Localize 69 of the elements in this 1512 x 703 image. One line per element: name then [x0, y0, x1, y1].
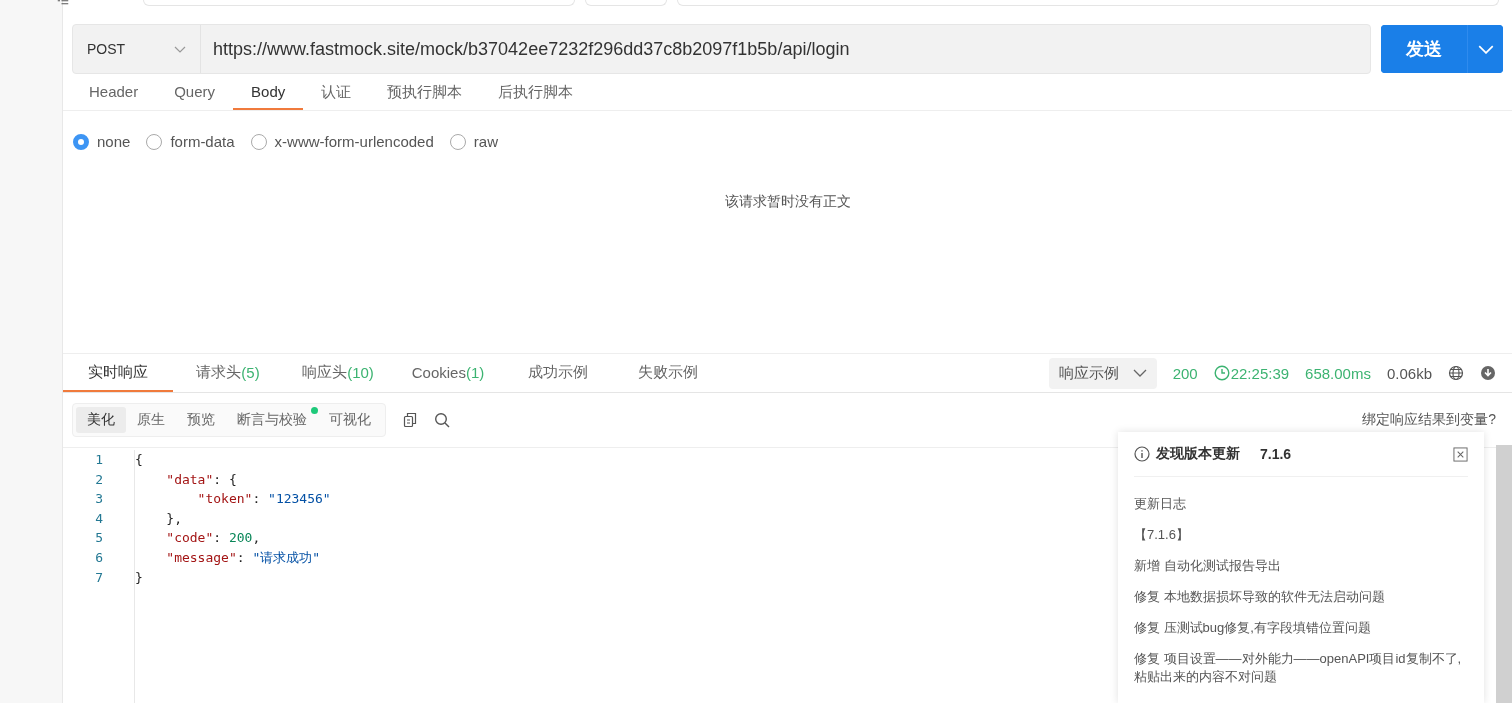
request-tab[interactable]: 后执行脚本 — [480, 76, 592, 110]
popup-title: 发现版本更新 — [1156, 445, 1240, 463]
request-tab[interactable]: Header — [71, 76, 157, 110]
changelog-line: 修复 本地数据损坏导致的软件无法启动问题 — [1134, 588, 1386, 606]
request-tab[interactable]: Query — [156, 76, 234, 110]
code-line: "token": "123456" — [196, 490, 331, 509]
method-select[interactable]: POST — [73, 25, 201, 73]
line-number: 1 — [94, 451, 103, 469]
changelog-line: 新增 自动化测试报告导出 — [1134, 557, 1282, 575]
url-field[interactable]: https://www.fastmock.site/mock/b37042ee7232f296dd37c8b2097f1b5b/api/login — [201, 25, 850, 73]
copy-icon[interactable] — [402, 412, 418, 428]
download-icon[interactable] — [1480, 365, 1496, 381]
chevron-down-icon — [1477, 44, 1494, 54]
search-icon[interactable] — [434, 412, 450, 428]
send-options-button[interactable] — [1467, 25, 1503, 73]
code-line: } — [135, 568, 143, 587]
line-number: 7 — [94, 568, 103, 587]
body-type-option[interactable]: form-data — [146, 133, 235, 150]
response-tab[interactable]: 实时响应 — [63, 354, 173, 392]
version-number: 7.1.6 — [1260, 446, 1292, 462]
chevron-down-icon — [1132, 369, 1147, 377]
chevron-down-icon — [174, 45, 186, 53]
body-type-option[interactable]: none — [73, 133, 131, 150]
globe-icon[interactable] — [1448, 365, 1464, 381]
view-mode-tab[interactable]: 美化 — [76, 407, 126, 433]
response-tab[interactable]: 响应头(10) — [283, 354, 393, 392]
view-mode-tab[interactable]: 原生 — [126, 407, 176, 433]
response-time: 22:25:39 — [1230, 364, 1290, 382]
line-number: 6 — [94, 548, 103, 567]
example-dropdown[interactable]: 响应示例 — [1048, 357, 1157, 389]
close-icon[interactable] — [1453, 446, 1468, 462]
menu-icon[interactable] — [56, 0, 70, 6]
empty-body-message: 该请求暂时没有正文 — [724, 193, 851, 211]
code-line: "message": "请求成功" — [165, 548, 321, 567]
line-number: 5 — [94, 529, 103, 548]
response-tab[interactable]: 请求头(5) — [173, 354, 283, 392]
radio-button[interactable] — [250, 133, 267, 150]
request-tab[interactable]: Body — [233, 76, 304, 110]
line-number: 3 — [94, 490, 103, 509]
line-number: 2 — [94, 470, 103, 489]
response-tab[interactable]: Cookies(1) — [393, 354, 503, 392]
view-mode-tab[interactable]: 断言与校验 — [226, 407, 318, 433]
body-type-option[interactable]: x-www-form-urlencoded — [250, 133, 434, 150]
code-line: }, — [165, 509, 182, 528]
request-tab[interactable]: 认证 — [303, 76, 370, 110]
bind-variable-link[interactable]: 绑定响应结果到变量? — [1362, 411, 1496, 429]
request-tab[interactable]: 预执行脚本 — [369, 76, 481, 110]
info-icon — [1134, 446, 1150, 462]
code-line: { — [135, 451, 143, 469]
body-type-option[interactable]: raw — [449, 133, 498, 150]
response-duration: 658.00ms — [1305, 364, 1371, 382]
changelog-line: 【7.1.6】 — [1134, 526, 1190, 544]
radio-button[interactable] — [146, 133, 163, 150]
changelog-line: 更新日志 — [1134, 495, 1187, 513]
scrollbar[interactable] — [1496, 445, 1512, 703]
view-mode-tab[interactable]: 可视化 — [318, 407, 382, 433]
radio-button[interactable] — [449, 133, 466, 150]
line-number: 4 — [94, 509, 103, 528]
code-line: "code": 200, — [165, 529, 261, 548]
clock-icon — [1213, 365, 1230, 381]
changelog-line: 修复 项目设置——对外能力——openAPI项目id复制不了,粘贴出来的内容不对问题 — [1134, 650, 1463, 686]
changelog-line: 修复 压测试bug修复,有字段填错位置问题 — [1134, 619, 1372, 637]
view-mode-tab[interactable]: 预览 — [176, 407, 226, 433]
response-tab[interactable]: 成功示例 — [503, 354, 613, 392]
status-code: 200 — [1172, 364, 1198, 382]
radio-button[interactable] — [73, 133, 89, 150]
response-size: 0.06kb — [1386, 364, 1432, 382]
response-tab[interactable]: 失败示例 — [613, 354, 723, 392]
code-line: "data": { — [165, 470, 237, 489]
